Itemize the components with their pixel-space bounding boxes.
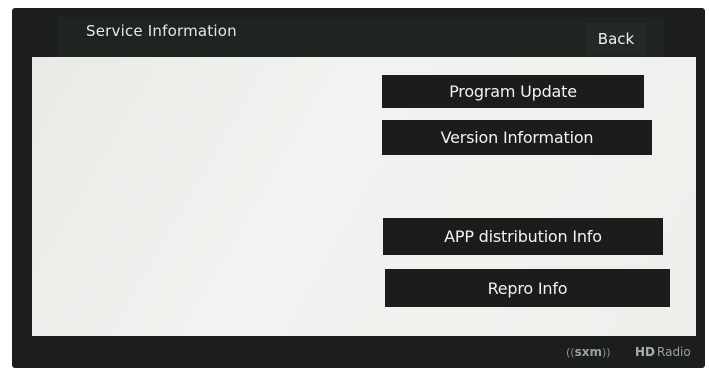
repro-info-button[interactable]: Repro Info [385,269,670,307]
sxm-logo: (( sxm )) [566,345,611,359]
program-update-button[interactable]: Program Update [382,75,644,108]
version-information-button[interactable]: Version Information [382,120,652,155]
hd-mark-icon: HD [635,345,656,359]
sxm-logo-text: sxm [574,345,602,359]
hd-radio-logo: HD Radio [635,345,691,359]
hd-radio-text: Radio [657,345,691,359]
app-distribution-info-button[interactable]: APP distribution Info [383,218,663,255]
signal-waves-right-icon: )) [601,345,611,359]
signal-waves-left-icon: (( [566,345,575,359]
page-title: Service Information [86,22,237,40]
back-button[interactable]: Back [586,23,646,55]
